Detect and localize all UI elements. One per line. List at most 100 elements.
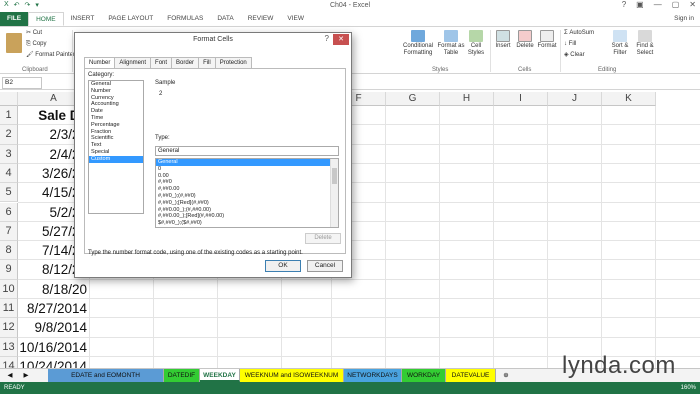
cut-button[interactable]: ✂ Cut: [26, 30, 42, 37]
tab-insert[interactable]: INSERT: [64, 12, 102, 26]
category-item-special[interactable]: Special: [89, 149, 143, 156]
cell-a12[interactable]: 9/8/2014: [18, 318, 90, 337]
sheet-tab-workday[interactable]: WORKDAY: [402, 369, 446, 382]
column-header-j[interactable]: J: [548, 92, 602, 106]
conditional-formatting-button[interactable]: Conditional Formatting: [398, 30, 438, 57]
delete-button[interactable]: Delete: [305, 233, 341, 244]
row-header-4[interactable]: 4: [0, 163, 18, 184]
row-header-7[interactable]: 7: [0, 221, 18, 242]
cancel-button[interactable]: Cancel: [307, 260, 343, 272]
tab-fill[interactable]: Fill: [198, 57, 216, 68]
paste-button[interactable]: [6, 33, 22, 54]
ribbon-display-icon[interactable]: ▣: [636, 0, 644, 9]
cell-a11[interactable]: 8/27/2014: [18, 299, 90, 318]
row-header-8[interactable]: 8: [0, 241, 18, 261]
tab-review[interactable]: REVIEW: [241, 12, 281, 26]
tab-border[interactable]: Border: [171, 57, 200, 68]
format-cells-button[interactable]: Format: [536, 30, 558, 50]
format-codes-list[interactable]: General 0 0.00 #,##0 #,##0.00 #,##0_);(#,##0)…: [155, 158, 339, 228]
format-code-item[interactable]: #,##0_);[Red](#,##0): [156, 200, 338, 207]
format-code-item[interactable]: #,##0.00_);(#,##0.00): [156, 207, 338, 214]
sheet-tab-weekday[interactable]: WEEKDAY: [200, 369, 240, 382]
cell-a10[interactable]: 8/18/20: [18, 280, 90, 299]
insert-cells-button[interactable]: Insert: [493, 30, 513, 50]
format-code-item[interactable]: 0: [156, 166, 338, 173]
format-code-item[interactable]: General: [156, 159, 338, 166]
category-item-custom[interactable]: Custom: [89, 155, 143, 163]
category-item-general[interactable]: General: [89, 81, 143, 88]
tab-data[interactable]: DATA: [210, 12, 240, 26]
minimize-icon[interactable]: —: [654, 0, 662, 9]
tab-formulas[interactable]: FORMULAS: [160, 12, 210, 26]
format-list-scrollbar[interactable]: [330, 159, 338, 227]
format-painter-button[interactable]: 🖌 Format Painter: [26, 52, 75, 59]
fill-button[interactable]: ↓ Fill: [564, 41, 576, 48]
category-item-text[interactable]: Text: [89, 142, 143, 149]
row-header-13[interactable]: 13: [0, 337, 18, 357]
find-select-button[interactable]: Find & Select: [632, 30, 658, 57]
category-list[interactable]: General Number Currency Accounting Date Time P…: [88, 80, 144, 214]
help-icon[interactable]: ?: [622, 0, 626, 9]
tab-alignment[interactable]: Alignment: [114, 57, 152, 68]
cell-a14[interactable]: 10/24/2014: [18, 357, 90, 368]
help-icon[interactable]: ?: [325, 34, 329, 43]
tab-protection[interactable]: Protection: [214, 57, 252, 68]
row-header-11[interactable]: 11: [0, 299, 18, 319]
tab-page-layout[interactable]: PAGE LAYOUT: [101, 12, 160, 26]
ok-button[interactable]: OK: [265, 260, 301, 272]
row-header-12[interactable]: 12: [0, 318, 18, 338]
type-input[interactable]: General: [155, 146, 339, 156]
format-code-item[interactable]: #,##0_);(#,##0): [156, 193, 338, 200]
clear-button[interactable]: ◈ Clear: [564, 52, 585, 59]
row-header-1[interactable]: 1: [0, 106, 18, 126]
sheet-tab-networkdays[interactable]: NETWORKDAYS: [344, 369, 402, 382]
category-item-number[interactable]: Number: [89, 88, 143, 95]
format-code-item[interactable]: $#,##0_);[Red]($#,##0): [156, 227, 338, 228]
column-header-i[interactable]: I: [494, 92, 548, 106]
close-window-icon[interactable]: ✕: [689, 0, 696, 9]
scrollbar-thumb[interactable]: [332, 168, 337, 184]
select-all-corner[interactable]: [0, 92, 18, 106]
sheet-tab-datevalue[interactable]: DATEVALUE: [446, 369, 496, 382]
row-header-14[interactable]: 14: [0, 356, 18, 368]
sort-filter-button[interactable]: Sort & Filter: [606, 30, 634, 57]
scroll-sheets-right-icon[interactable]: ▶: [18, 369, 34, 382]
tab-view[interactable]: VIEW: [280, 12, 311, 26]
format-code-item[interactable]: #,##0: [156, 179, 338, 186]
scroll-sheets-left-icon[interactable]: ◀: [2, 369, 18, 382]
category-item-accounting[interactable]: Accounting: [89, 101, 143, 108]
row-header-2[interactable]: 2: [0, 125, 18, 145]
category-item-currency[interactable]: Currency: [89, 95, 143, 102]
autosum-button[interactable]: Σ AutoSum: [564, 30, 594, 37]
column-header-g[interactable]: G: [386, 92, 440, 106]
column-header-k[interactable]: K: [602, 92, 656, 106]
maximize-icon[interactable]: ▢: [672, 0, 680, 9]
row-header-10[interactable]: 10: [0, 279, 18, 299]
category-item-fraction[interactable]: Fraction: [89, 129, 143, 136]
close-icon[interactable]: ✕: [333, 34, 349, 45]
delete-cells-button[interactable]: Delete: [514, 30, 536, 50]
sheet-tab-weeknum-and-isoweeknum[interactable]: WEEKNUM and ISOWEEKNUM: [240, 369, 344, 382]
column-header-h[interactable]: H: [440, 92, 494, 106]
new-sheet-icon[interactable]: ⊕: [500, 369, 512, 382]
format-as-table-button[interactable]: Format as Table: [436, 30, 466, 57]
row-header-9[interactable]: 9: [0, 260, 18, 280]
row-header-3[interactable]: 3: [0, 144, 18, 164]
row-header-5[interactable]: 5: [0, 183, 18, 203]
category-item-scientific[interactable]: Scientific: [89, 135, 143, 142]
format-code-item[interactable]: 0.00: [156, 173, 338, 180]
tab-file[interactable]: FILE: [0, 12, 29, 26]
sheet-tab-edate-and-eomonth[interactable]: EDATE and EOMONTH: [48, 369, 164, 382]
format-code-item[interactable]: #,##0.00: [156, 186, 338, 193]
cell-a13[interactable]: 10/16/2014: [18, 338, 90, 357]
category-item-time[interactable]: Time: [89, 115, 143, 122]
format-code-item[interactable]: #,##0.00_);[Red](#,##0.00): [156, 213, 338, 220]
cell-styles-button[interactable]: Cell Styles: [465, 30, 487, 57]
name-box[interactable]: B2: [2, 77, 42, 89]
tab-font[interactable]: Font: [150, 57, 173, 68]
tab-home[interactable]: HOME: [28, 12, 64, 26]
category-item-percentage[interactable]: Percentage: [89, 122, 143, 129]
sign-in-link[interactable]: Sign in: [674, 12, 694, 26]
zoom-level[interactable]: 160%: [681, 382, 696, 394]
category-item-date[interactable]: Date: [89, 108, 143, 115]
